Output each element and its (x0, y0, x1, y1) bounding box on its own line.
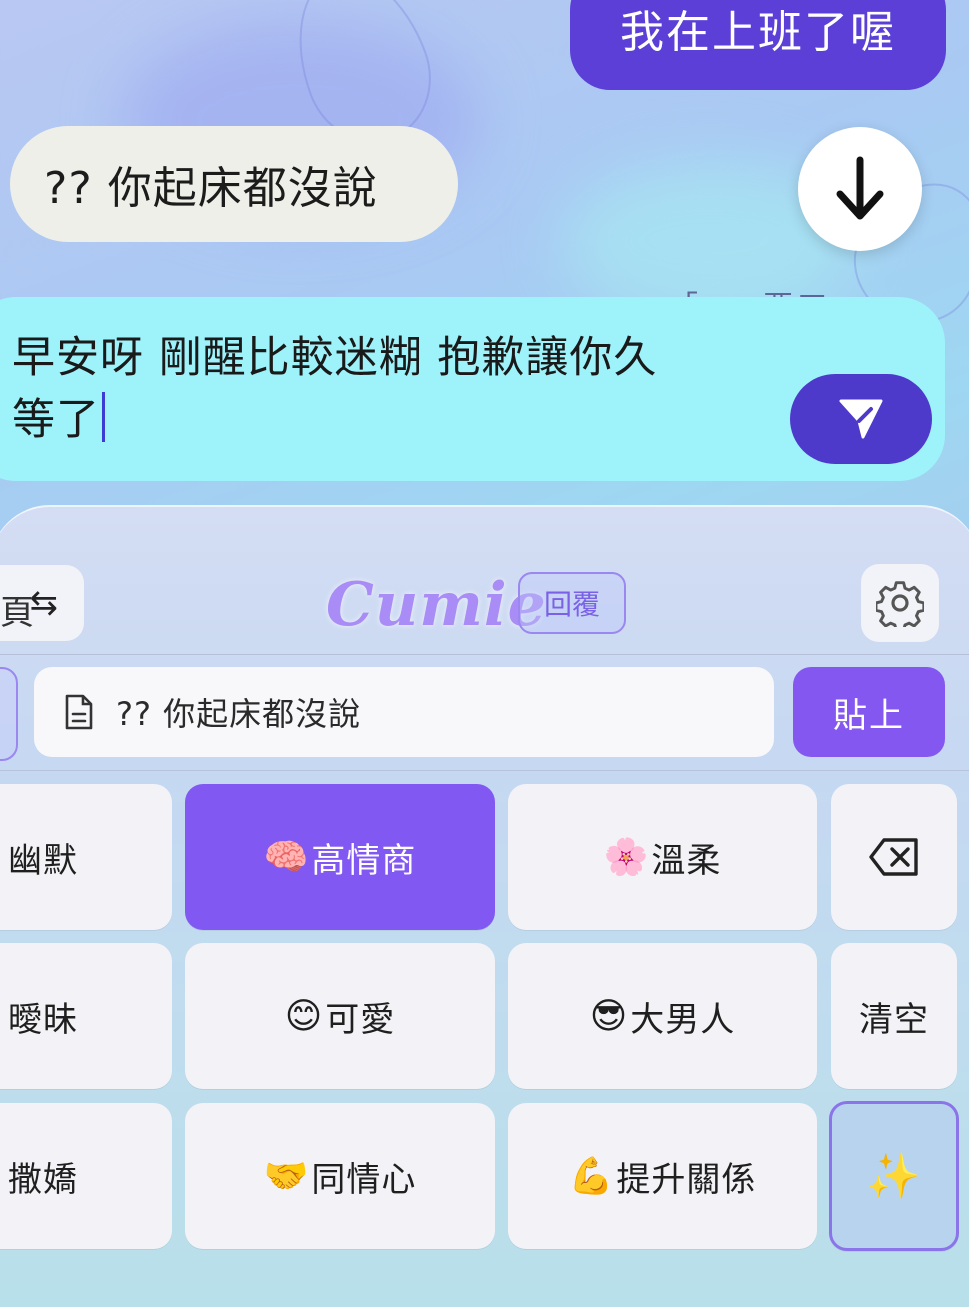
document-icon (65, 694, 93, 730)
backspace-icon (869, 838, 918, 876)
tone-key-label: 高情商 (311, 840, 417, 881)
left-clipped-button[interactable] (0, 667, 18, 761)
tone-key-gentle[interactable]: 🌸 溫柔 (508, 784, 817, 930)
tone-key-empathy[interactable]: 🤝 同情心 (185, 1103, 495, 1249)
gear-icon (876, 581, 924, 627)
send-button[interactable] (790, 374, 932, 464)
tone-key-label: 提升關係 (616, 1159, 757, 1200)
tone-key-label: 溫柔 (651, 840, 722, 881)
backspace-key[interactable] (831, 784, 957, 930)
paper-plane-icon (839, 399, 883, 439)
tone-key-label: 撒嬌 (8, 1159, 78, 1200)
clear-key-label: 清空 (859, 999, 929, 1040)
incoming-message-bubble: ?? 你起床都沒說 (10, 126, 458, 242)
message-input-line2: 等了 (12, 395, 100, 445)
clear-key[interactable]: 清空 (831, 943, 957, 1089)
tone-key-cute[interactable]: 😊 可愛 (185, 943, 495, 1089)
clipped-label: 頁 (0, 593, 34, 633)
tone-key-humor[interactable]: 幽默 (0, 784, 172, 930)
sparkles-icon: ✨ (866, 1151, 922, 1202)
outgoing-message-text: 我在上班了喔 (620, 7, 896, 58)
tone-key-flirty[interactable]: 曖昧 (0, 943, 172, 1089)
handshake-icon: 🤝 (263, 1156, 310, 1197)
tone-key-label: 大男人 (630, 999, 736, 1040)
smile-icon: 😊 (284, 995, 324, 1037)
scroll-to-bottom-button[interactable] (798, 127, 922, 251)
generate-button[interactable]: ✨ (829, 1101, 959, 1251)
clipboard-preview[interactable]: ?? 你起床都沒說 (34, 667, 774, 757)
mode-badge[interactable]: 回覆 (518, 572, 626, 634)
tone-key-eq[interactable]: 🧠 高情商 (185, 784, 495, 930)
outgoing-message-bubble: 我在上班了喔 (570, 0, 946, 90)
settings-button[interactable] (861, 564, 939, 642)
tone-key-label: 可愛 (325, 999, 396, 1040)
toolbar-divider (0, 654, 969, 655)
sunglasses-icon: 😎 (589, 995, 629, 1037)
tone-key-label: 幽默 (8, 840, 78, 881)
clipboard-divider (0, 770, 969, 771)
message-composer[interactable]: 早安呀 剛醒比較迷糊 抱歉讓你久 等了 (0, 297, 945, 481)
flexed-biceps-icon: 💪 (568, 1156, 615, 1197)
arrow-down-icon (836, 156, 884, 220)
message-input-line1: 早安呀 剛醒比較迷糊 抱歉讓你久 (12, 333, 658, 383)
incoming-message-text: ?? 你起床都沒說 (44, 163, 378, 214)
text-caret (102, 392, 105, 442)
clipboard-text: ?? 你起床都沒說 (116, 695, 362, 733)
cherry-blossom-icon: 🌸 (603, 837, 650, 878)
tone-key-label: 曖昧 (8, 999, 78, 1040)
tone-key-relationship[interactable]: 💪 提升關係 (508, 1103, 817, 1249)
swap-mode-button[interactable]: 頁 ⇆ (0, 565, 84, 641)
message-input[interactable]: 早安呀 剛醒比較迷糊 抱歉讓你久 等了 (12, 327, 772, 451)
tone-key-coquettish[interactable]: 撒嬌 (0, 1103, 172, 1249)
paste-button[interactable]: 貼上 (793, 667, 945, 757)
tone-key-label: 同情心 (311, 1159, 417, 1200)
tone-key-macho[interactable]: 😎 大男人 (508, 943, 817, 1089)
brand-logo: Cumie (326, 570, 547, 640)
brain-icon: 🧠 (263, 837, 310, 878)
